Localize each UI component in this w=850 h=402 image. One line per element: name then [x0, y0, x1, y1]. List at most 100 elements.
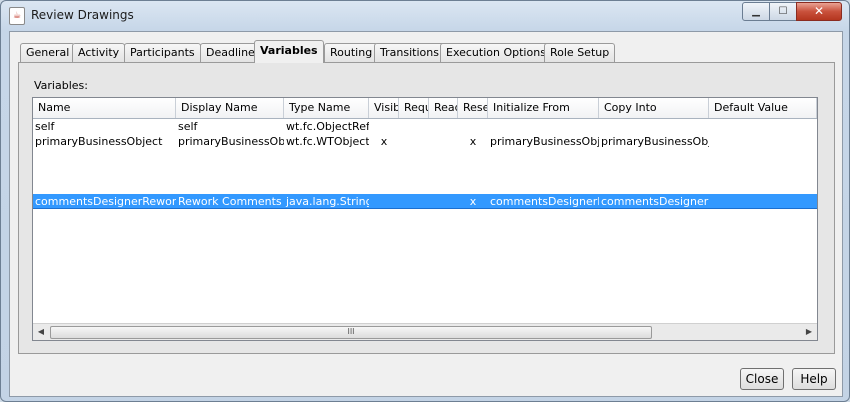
column-header[interactable]: Display Name	[176, 98, 284, 118]
table-cell	[488, 224, 599, 239]
table-cell	[369, 179, 399, 194]
table-cell	[399, 179, 429, 194]
table-cell	[458, 224, 488, 239]
table-row[interactable]: self self wt.fc.ObjectRefe	[33, 119, 817, 134]
table-cell	[284, 149, 369, 164]
table-cell	[709, 134, 817, 149]
table-cell: wt.fc.WTObject	[286, 135, 369, 148]
maximize-button[interactable]: ☐	[769, 2, 797, 21]
table-cell	[709, 194, 817, 209]
tab-deadline[interactable]: Deadline	[200, 43, 261, 62]
table-body: self self wt.fc.ObjectRefe primaryBusinessO…	[33, 119, 817, 269]
table-cell: x	[469, 135, 477, 148]
table-cell	[599, 119, 709, 134]
table-cell	[429, 224, 458, 239]
table-cell	[33, 164, 176, 179]
table-row[interactable]	[33, 224, 817, 239]
tab-general[interactable]: General	[20, 43, 76, 62]
table-cell	[369, 194, 399, 209]
scrollbar-thumb[interactable]: III	[50, 326, 652, 339]
table-cell: commentsDesignerRework	[35, 195, 176, 208]
tab-execution-options[interactable]: Execution Options	[440, 43, 552, 62]
scroll-right-icon[interactable]: ▶	[801, 324, 817, 340]
table-cell	[599, 209, 709, 224]
table-cell	[458, 254, 488, 269]
table-cell	[488, 164, 599, 179]
table-row[interactable]	[33, 149, 817, 164]
table-cell	[458, 164, 488, 179]
table-cell	[429, 209, 458, 224]
table-row[interactable]	[33, 209, 817, 224]
table-row[interactable]	[33, 239, 817, 254]
tab-variables[interactable]: Variables	[254, 40, 324, 63]
tab-transitions[interactable]: Transitions	[374, 43, 445, 62]
table-cell	[369, 209, 399, 224]
table-cell	[284, 179, 369, 194]
table-row[interactable]	[33, 179, 817, 194]
table-cell	[429, 239, 458, 254]
tab-routing[interactable]: Routing	[324, 43, 379, 62]
table-cell	[369, 254, 399, 269]
java-cup-icon: ☕	[9, 7, 25, 25]
table-cell	[399, 194, 429, 209]
table-cell	[399, 164, 429, 179]
table-cell	[429, 149, 458, 164]
table-cell	[284, 209, 369, 224]
table-cell	[176, 149, 284, 164]
table-row[interactable]: primaryBusinessObject primaryBusinessObje…	[33, 134, 817, 149]
table-cell: x	[469, 195, 477, 208]
table-cell	[599, 224, 709, 239]
table-cell	[488, 119, 599, 134]
table-cell	[176, 179, 284, 194]
table-cell	[369, 224, 399, 239]
column-header[interactable]: Read	[429, 98, 458, 118]
column-header[interactable]: Rese	[458, 98, 488, 118]
table-cell	[709, 224, 817, 239]
tab-participants[interactable]: Participants	[124, 43, 201, 62]
table-cell	[709, 149, 817, 164]
table-cell	[176, 239, 284, 254]
close-window-button[interactable]: ✕	[796, 2, 842, 21]
table-cell	[33, 179, 176, 194]
table-cell	[709, 254, 817, 269]
column-header[interactable]: Initialize From	[488, 98, 599, 118]
column-header[interactable]: Default Value	[709, 98, 817, 118]
table-cell	[458, 239, 488, 254]
dialog-client: General Activity Participants Deadline Varia…	[9, 31, 843, 397]
table-cell	[399, 224, 429, 239]
column-header[interactable]: Requ	[399, 98, 429, 118]
table-cell: self	[35, 120, 55, 133]
dialog-window: ☕ Review Drawings ▁ ☐ ✕ General Activity P…	[0, 0, 850, 402]
column-header[interactable]: Visib	[369, 98, 399, 118]
variables-table: NameDisplay NameType NameVisibRequReadRe…	[32, 97, 818, 341]
scroll-left-icon[interactable]: ◀	[33, 324, 49, 340]
title-bar[interactable]: ☕ Review Drawings ▁ ☐ ✕	[1, 1, 849, 29]
minimize-button[interactable]: ▁	[742, 2, 770, 21]
table-cell	[399, 254, 429, 269]
table-cell: Rework Comments	[178, 195, 282, 208]
column-header[interactable]: Copy Into	[599, 98, 709, 118]
table-row[interactable]: commentsDesignerRework Rework Comments jav…	[33, 194, 817, 209]
table-cell	[709, 164, 817, 179]
horizontal-scrollbar[interactable]: ◀ III ▶	[33, 323, 817, 340]
table-cell	[429, 119, 458, 134]
table-cell	[369, 119, 399, 134]
column-header[interactable]: Name	[33, 98, 176, 118]
table-cell	[33, 254, 176, 269]
table-cell: primaryBusinessObje	[490, 135, 599, 148]
table-cell	[599, 164, 709, 179]
table-cell	[399, 209, 429, 224]
tab-activity[interactable]: Activity	[72, 43, 126, 62]
tab-role-setup[interactable]: Role Setup	[544, 43, 616, 62]
close-button[interactable]: Close	[740, 368, 784, 390]
table-row[interactable]	[33, 164, 817, 179]
table-row[interactable]	[33, 254, 817, 269]
table-cell	[429, 179, 458, 194]
table-header: NameDisplay NameType NameVisibRequReadRe…	[33, 98, 817, 119]
help-button[interactable]: Help	[792, 368, 836, 390]
table-cell	[488, 209, 599, 224]
table-cell: commentsDesignerRe	[601, 195, 709, 208]
table-cell	[458, 179, 488, 194]
column-header[interactable]: Type Name	[284, 98, 369, 118]
table-cell	[709, 179, 817, 194]
